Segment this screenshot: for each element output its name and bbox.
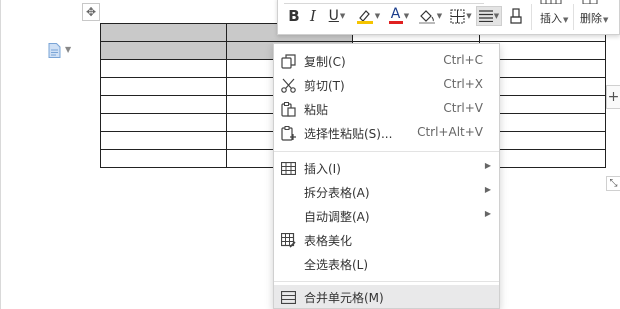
- table-resize-handle[interactable]: ⤡: [606, 176, 620, 191]
- chevron-down-icon: ▼: [403, 12, 410, 20]
- move-icon: ✥: [85, 5, 97, 19]
- table-cell[interactable]: [100, 131, 227, 150]
- highlight-icon: [356, 10, 373, 24]
- italic-button[interactable]: I: [304, 6, 322, 26]
- plus-icon: +: [607, 89, 620, 105]
- add-column-button[interactable]: +: [606, 85, 620, 109]
- table-cell[interactable]: [100, 113, 227, 132]
- table-cell[interactable]: [100, 149, 227, 168]
- menu-separator: [274, 151, 499, 152]
- border-button[interactable]: ▼: [448, 6, 474, 26]
- menu-item-label: 拆分表格(A): [304, 186, 370, 200]
- resize-icon: ⤡: [609, 178, 618, 189]
- table-cell[interactable]: [100, 95, 227, 114]
- insert-table-top-icon: [540, 0, 564, 4]
- align-button[interactable]: ▼: [476, 6, 502, 26]
- font-color-swatch: [388, 21, 403, 24]
- italic-icon: I: [310, 7, 316, 25]
- page-left-margin: [0, 0, 1, 309]
- format-painter-icon: [510, 8, 522, 24]
- font-color-icon: A: [388, 6, 403, 25]
- menu-item-paste-special[interactable]: 选择性粘贴(S)... Ctrl+Alt+V: [274, 121, 499, 145]
- table-cell-selected[interactable]: [100, 23, 227, 42]
- toolbar-separator: [573, 4, 574, 30]
- menu-item-label: 插入(I): [304, 162, 341, 176]
- menu-item-insert[interactable]: 插入(I) ▶: [274, 156, 499, 180]
- chevron-down-icon[interactable]: ▼: [65, 45, 71, 54]
- menu-separator: [274, 281, 499, 282]
- insert-button[interactable]: 插入▼: [540, 10, 568, 26]
- menu-item-label: 全选表格(L): [304, 258, 369, 272]
- border-icon: [450, 9, 465, 23]
- delete-table-top-icon: [582, 0, 600, 4]
- table-insert-icon: [280, 160, 296, 176]
- menu-item-paste[interactable]: 粘贴 Ctrl+V: [274, 97, 499, 121]
- delete-label: 删除: [580, 12, 602, 25]
- menu-item-select-table[interactable]: 全选表格(L): [274, 252, 499, 276]
- format-painter-button[interactable]: [506, 6, 526, 26]
- submenu-arrow-icon: ▶: [484, 185, 491, 194]
- shading-icon: [418, 10, 435, 24]
- font-color-button[interactable]: A ▼: [386, 6, 412, 26]
- underline-button[interactable]: U ▼: [324, 6, 350, 26]
- menu-item-label: 剪切(T): [304, 79, 345, 93]
- insert-label: 插入: [540, 12, 562, 25]
- menu-item-table-beautify[interactable]: 表格美化: [274, 228, 499, 252]
- floating-toolbar: B I U ▼ ▼ A ▼ ▼ ▼ ▼ 插入▼ 删除▼: [277, 0, 620, 35]
- table-cell[interactable]: [100, 59, 227, 78]
- menu-item-label: 选择性粘贴(S)...: [304, 127, 393, 141]
- chevron-down-icon: ▼: [603, 16, 609, 24]
- menu-item-label: 表格美化: [304, 234, 353, 248]
- menu-item-split-table[interactable]: 拆分表格(A) ▶: [274, 180, 499, 204]
- chevron-down-icon: ▼: [563, 16, 569, 24]
- toolbar-separator: [531, 4, 532, 30]
- font-color-letter: A: [390, 6, 401, 22]
- table-beautify-icon: [280, 232, 296, 248]
- chevron-down-icon: ▼: [374, 12, 381, 20]
- menu-item-shortcut: Ctrl+C: [443, 53, 483, 67]
- document-icon[interactable]: [48, 43, 61, 58]
- table-move-handle[interactable]: ✥: [82, 3, 100, 21]
- menu-item-label: 合并单元格(M): [304, 291, 384, 305]
- menu-item-copy[interactable]: 复制(C) Ctrl+C: [274, 49, 499, 73]
- shading-button[interactable]: ▼: [416, 6, 444, 26]
- menu-item-label: 复制(C): [304, 55, 346, 69]
- paste-icon: [280, 101, 296, 117]
- menu-item-cut[interactable]: 剪切(T) Ctrl+X: [274, 73, 499, 97]
- underline-icon: U: [328, 8, 339, 24]
- merge-cells-icon: [280, 289, 296, 305]
- table-cell[interactable]: [100, 77, 227, 96]
- menu-item-label: 粘贴: [304, 103, 329, 117]
- highlight-button[interactable]: ▼: [354, 6, 382, 26]
- menu-item-autofit[interactable]: 自动调整(A) ▶: [274, 204, 499, 228]
- chevron-down-icon: ▼: [436, 12, 443, 20]
- menu-item-label: 自动调整(A): [304, 210, 370, 224]
- paste-special-icon: [280, 125, 296, 141]
- table-cell-selected[interactable]: [100, 41, 227, 60]
- menu-item-shortcut: Ctrl+V: [443, 101, 483, 115]
- align-icon: [478, 10, 493, 22]
- submenu-arrow-icon: ▶: [484, 161, 491, 170]
- menu-item-shortcut: Ctrl+Alt+V: [417, 125, 483, 139]
- bold-icon: B: [288, 7, 300, 25]
- chevron-down-icon: ▼: [466, 12, 472, 20]
- chevron-down-icon: ▼: [493, 12, 500, 20]
- copy-icon: [280, 53, 296, 69]
- chevron-down-icon: ▼: [339, 12, 346, 20]
- cut-icon: [280, 77, 296, 93]
- delete-button[interactable]: 删除▼: [580, 10, 608, 26]
- bold-button[interactable]: B: [284, 6, 304, 26]
- context-menu: 复制(C) Ctrl+C 剪切(T) Ctrl+X 粘贴 Ctrl+V 选择性粘…: [273, 43, 500, 309]
- menu-item-merge-cells[interactable]: 合并单元格(M): [274, 285, 499, 308]
- toolbar-top-strip: [284, 0, 484, 4]
- menu-item-shortcut: Ctrl+X: [443, 77, 483, 91]
- submenu-arrow-icon: ▶: [484, 209, 491, 218]
